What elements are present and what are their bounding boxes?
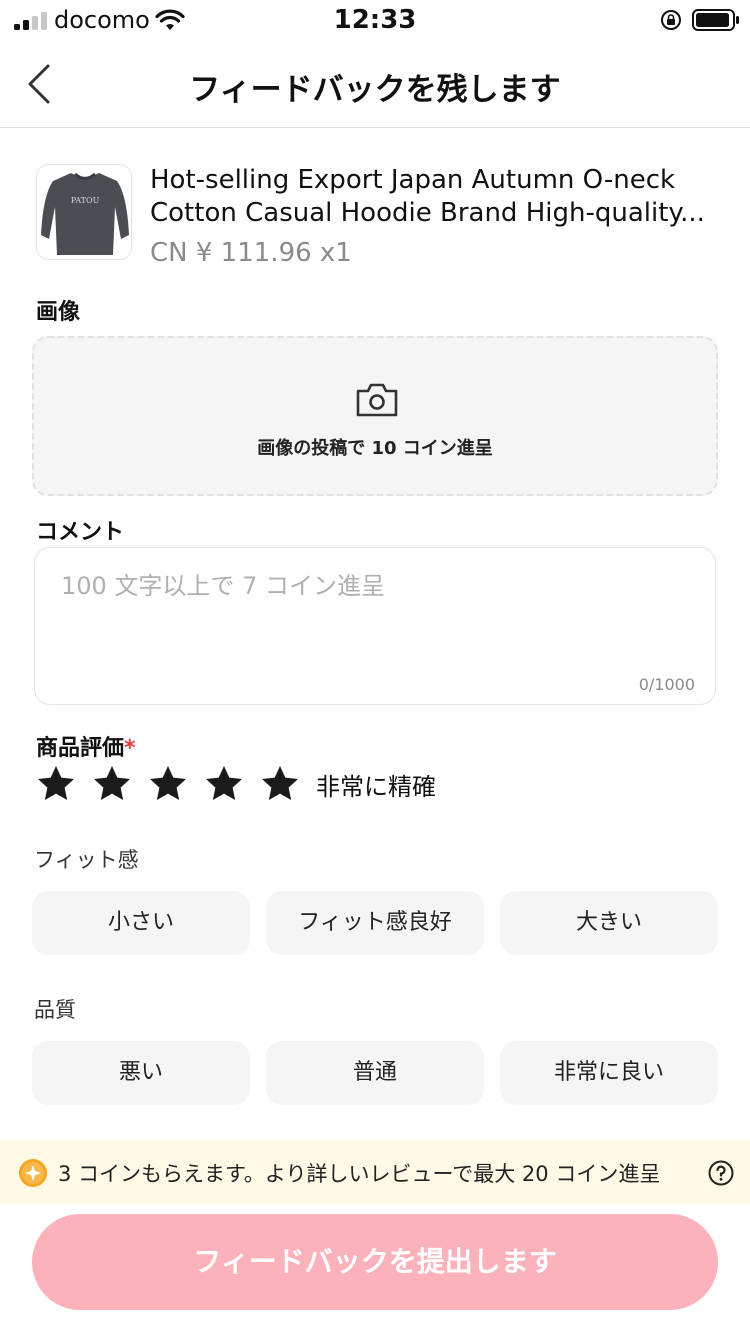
star-icon-1[interactable]	[36, 764, 76, 804]
product-image: PATOU	[36, 164, 132, 260]
navigation-bar: フィードバックを残します	[0, 40, 750, 128]
comment-input[interactable]	[61, 566, 681, 666]
image-section-label: 画像	[36, 300, 81, 325]
rating-label-text: 商品評価	[36, 736, 125, 761]
star-icon-2[interactable]	[92, 764, 132, 804]
rating-section-label: 商品評価*	[36, 730, 136, 762]
product-name: Hot-selling Export Japan Autumn O-neck C…	[150, 165, 705, 228]
product-price: CN ¥ 111.96 x1	[150, 238, 352, 268]
camera-icon	[356, 383, 398, 417]
sweatshirt-image: PATOU	[37, 165, 131, 259]
status-bar: docomo 12:33	[0, 0, 750, 40]
coin-reward-text: 3 コインもらえます。より詳しいレビューで最大 20 コイン進呈	[58, 1162, 661, 1186]
rating-description: 非常に精確	[316, 773, 436, 801]
help-icon[interactable]	[708, 1160, 734, 1186]
upload-hint: 画像の投稿で 10 コイン進呈	[257, 438, 493, 459]
quality-option-bad[interactable]: 悪い	[32, 1041, 250, 1105]
quality-option-very-good[interactable]: 非常に良い	[500, 1041, 718, 1105]
fit-section-label: フィット感	[34, 848, 139, 872]
image-upload-area[interactable]: 画像の投稿で 10 コイン進呈	[32, 336, 718, 496]
rotation-lock-icon	[661, 10, 681, 30]
fit-option-good[interactable]: フィット感良好	[266, 891, 484, 955]
coin-icon	[19, 1159, 47, 1187]
star-icon-4[interactable]	[204, 764, 244, 804]
comment-section-label: コメント	[36, 520, 125, 545]
clock-time: 12:33	[333, 5, 417, 35]
fit-option-small[interactable]: 小さい	[32, 891, 250, 955]
quality-option-normal[interactable]: 普通	[266, 1041, 484, 1105]
svg-text:PATOU: PATOU	[71, 196, 100, 205]
battery-icon	[692, 9, 739, 31]
comment-box: 0/1000	[34, 547, 716, 705]
quality-section-label: 品質	[34, 998, 76, 1022]
coin-reward-banner: 3 コインもらえます。より詳しいレビューで最大 20 コイン進呈	[0, 1140, 750, 1204]
submit-button[interactable]: フィードバックを提出します	[32, 1214, 718, 1310]
fit-option-large[interactable]: 大きい	[500, 891, 718, 955]
required-mark: *	[124, 736, 136, 761]
character-counter: 0/1000	[638, 675, 695, 694]
page-title: フィードバックを残します	[189, 72, 561, 108]
star-icon-3[interactable]	[148, 764, 188, 804]
star-icon-5[interactable]	[260, 764, 300, 804]
